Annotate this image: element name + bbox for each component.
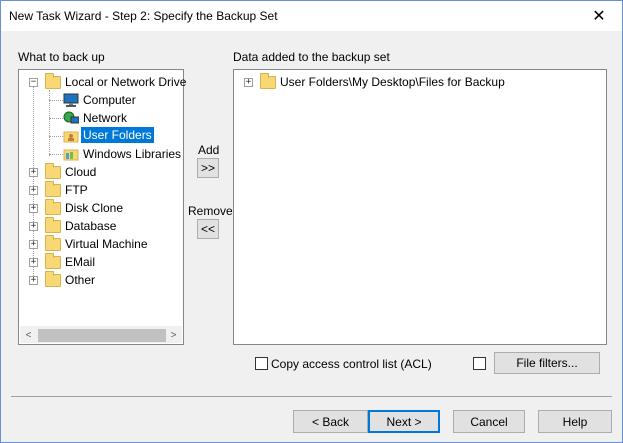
cancel-button[interactable]: Cancel	[453, 410, 525, 433]
tree-node-label: Network	[83, 111, 128, 125]
folder-icon	[45, 217, 61, 233]
scroll-right-icon[interactable]: >	[165, 327, 182, 344]
folder-icon	[45, 235, 61, 251]
collapse-icon[interactable]: −	[29, 78, 38, 87]
tree-node-label: Computer	[83, 93, 136, 107]
back-button[interactable]: < Back	[293, 410, 368, 433]
folder-icon	[260, 73, 276, 89]
horizontal-scrollbar[interactable]: < >	[20, 326, 182, 343]
expand-icon[interactable]: +	[29, 258, 38, 267]
scroll-thumb[interactable]	[38, 329, 166, 342]
tree-node-label: Local or Network Drive	[65, 75, 187, 89]
footer-separator	[11, 396, 612, 397]
what-to-back-up-label: What to back up	[18, 50, 105, 64]
expand-icon[interactable]: +	[29, 222, 38, 231]
folder-icon	[45, 271, 61, 287]
expand-icon[interactable]: +	[29, 240, 38, 249]
tree-node-label: Windows Libraries	[83, 147, 182, 161]
tree-node-cloud[interactable]: + Cloud	[19, 163, 183, 181]
close-icon[interactable]: ✕	[576, 1, 622, 31]
tree-node-disk-clone[interactable]: + Disk Clone	[19, 199, 183, 217]
add-button[interactable]: >>	[197, 158, 219, 178]
expand-icon[interactable]: +	[29, 276, 38, 285]
expand-icon[interactable]: +	[29, 204, 38, 213]
folder-icon	[45, 73, 61, 89]
tree-node-windows-libraries[interactable]: Windows Libraries	[19, 145, 183, 163]
next-button[interactable]: Next >	[368, 410, 440, 433]
tree-node-label: Cloud	[65, 165, 97, 179]
file-filters-button[interactable]: File filters...	[494, 352, 600, 374]
tree-node-computer[interactable]: Computer	[19, 91, 183, 109]
tree-node-other[interactable]: + Other	[19, 271, 183, 289]
window-title: New Task Wizard - Step 2: Specify the Ba…	[9, 9, 278, 23]
backup-set-item-label: User Folders\My Desktop\Files for Backup	[280, 75, 505, 89]
folder-icon	[45, 181, 61, 197]
tree-node-ftp[interactable]: + FTP	[19, 181, 183, 199]
computer-icon	[63, 93, 79, 107]
expand-icon[interactable]: +	[244, 78, 253, 87]
network-icon	[63, 111, 80, 125]
help-button[interactable]: Help	[538, 410, 612, 433]
folder-icon	[45, 253, 61, 269]
tree-node-label: User Folders	[81, 127, 154, 143]
expand-icon[interactable]: +	[29, 168, 38, 177]
tree-node-label: Virtual Machine	[65, 237, 148, 251]
remove-button[interactable]: <<	[197, 219, 219, 239]
wizard-window: New Task Wizard - Step 2: Specify the Ba…	[0, 0, 623, 443]
backup-set-tree[interactable]: + User Folders\My Desktop\Files for Back…	[233, 69, 607, 345]
add-label: Add	[198, 143, 220, 157]
folder-icon	[45, 199, 61, 215]
backup-set-item[interactable]: + User Folders\My Desktop\Files for Back…	[234, 73, 606, 91]
file-filters-checkbox[interactable]	[473, 357, 486, 370]
tree-node-local-network[interactable]: − Local or Network Drive	[19, 73, 187, 91]
tree-node-user-folders[interactable]: User Folders	[19, 127, 183, 145]
tree-node-email[interactable]: + EMail	[19, 253, 183, 271]
acl-checkbox[interactable]	[255, 357, 268, 370]
tree-node-label: EMail	[65, 255, 96, 269]
tree-node-network[interactable]: Network	[19, 109, 183, 127]
backup-set-label: Data added to the backup set	[233, 50, 390, 64]
expand-icon[interactable]: +	[29, 186, 38, 195]
remove-label: Remove	[188, 204, 233, 218]
acl-label[interactable]: Copy access control list (ACL)	[271, 357, 432, 371]
tree-node-virtual-machine[interactable]: + Virtual Machine	[19, 235, 183, 253]
tree-node-label: Disk Clone	[65, 201, 124, 215]
source-tree[interactable]: − Local or Network Drive Computer Networ…	[18, 69, 187, 345]
folder-icon	[45, 163, 61, 179]
libraries-icon	[63, 147, 79, 161]
tree-node-label: Other	[65, 273, 96, 287]
title-bar: New Task Wizard - Step 2: Specify the Ba…	[1, 1, 622, 31]
scroll-left-icon[interactable]: <	[20, 327, 37, 344]
user-folder-icon	[63, 129, 79, 143]
tree-node-database[interactable]: + Database	[19, 217, 183, 235]
tree-node-label: FTP	[65, 183, 88, 197]
tree-node-label: Database	[65, 219, 117, 233]
